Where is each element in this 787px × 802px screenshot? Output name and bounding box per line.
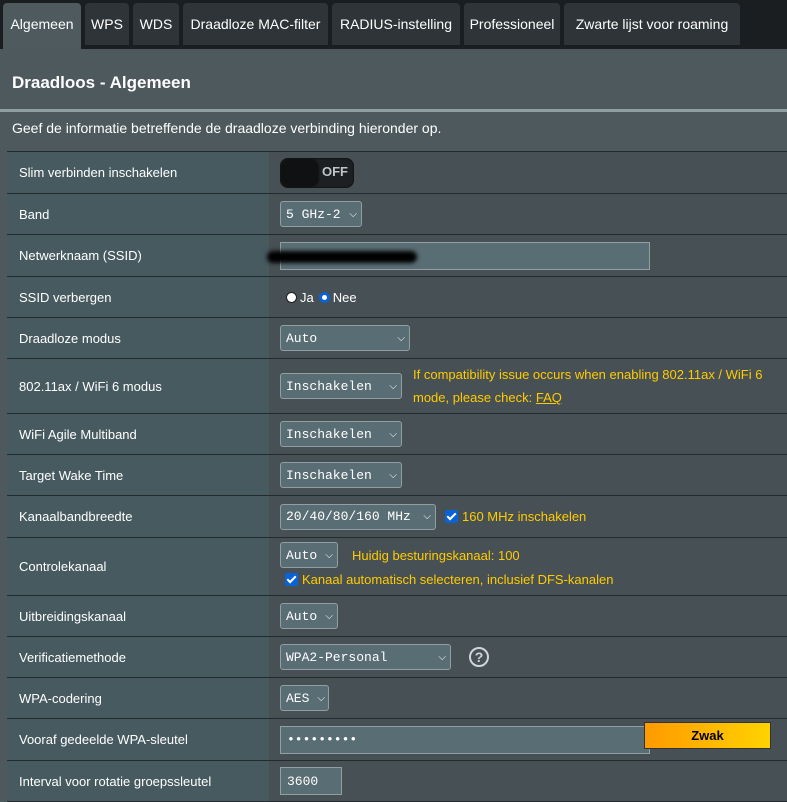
control-channel-label: Controlekanaal bbox=[7, 538, 269, 595]
auth-method-select[interactable]: WPA2-Personal ⌵ bbox=[280, 644, 451, 670]
wireless-mode-select[interactable]: Auto ⌵ bbox=[280, 325, 410, 351]
row-band: Band 5 GHz-2 ⌵ bbox=[7, 193, 787, 234]
tab-radius[interactable]: RADIUS-instelling bbox=[332, 3, 460, 45]
twt-value: Inschakelen bbox=[286, 467, 372, 483]
hide-ssid-no-label: Nee bbox=[332, 289, 357, 305]
160mhz-checkbox[interactable] bbox=[445, 510, 458, 523]
160mhz-label: 160 MHz inschakelen bbox=[462, 509, 587, 524]
agile-select[interactable]: Inschakelen ⌵ bbox=[280, 421, 402, 447]
page-title: Draadloos - Algemeen bbox=[12, 73, 191, 92]
ax-select[interactable]: Inschakelen ⌵ bbox=[280, 373, 402, 399]
tab-professioneel[interactable]: Professioneel bbox=[464, 3, 560, 45]
band-value: 5 GHz-2 bbox=[286, 206, 341, 222]
wireless-mode-label: Draadloze modus bbox=[7, 318, 269, 358]
tab-bar: Algemeen WPS WDS Draadloze MAC-filter RA… bbox=[0, 0, 787, 49]
chevron-down-icon: ⌵ bbox=[317, 692, 325, 704]
faq-link[interactable]: FAQ bbox=[536, 390, 562, 405]
hide-ssid-yes-label: Ja bbox=[300, 289, 314, 305]
chevron-down-icon: ⌵ bbox=[389, 428, 397, 440]
row-auth-method: Verificatiemethode WPA2-Personal ⌵ ? bbox=[7, 636, 787, 677]
row-wireless-mode: Draadloze modus Auto ⌵ bbox=[7, 317, 787, 358]
ax-note-text: If compatibility issue occurs when enabl… bbox=[413, 367, 763, 405]
extension-channel-select[interactable]: Auto ⌵ bbox=[280, 603, 338, 629]
chevron-down-icon: ⌵ bbox=[423, 511, 431, 522]
help-icon[interactable]: ? bbox=[469, 647, 489, 667]
tab-mac-filter[interactable]: Draadloze MAC-filter bbox=[183, 3, 328, 45]
chevron-down-icon: ⌵ bbox=[397, 332, 405, 344]
chevron-down-icon: ⌵ bbox=[438, 651, 446, 663]
row-agile-multiband: WiFi Agile Multiband Inschakelen ⌵ bbox=[7, 413, 787, 454]
agile-value: Inschakelen bbox=[286, 426, 372, 442]
wireless-mode-value: Auto bbox=[286, 330, 318, 346]
rekey-interval-label: Interval voor rotatie groepssleutel bbox=[7, 761, 269, 801]
bandwidth-select[interactable]: 20/40/80/160 MHz ⌵ bbox=[280, 503, 436, 530]
settings-table: Slim verbinden inschakelen OFF Band 5 GH… bbox=[7, 151, 787, 802]
row-80211ax: 802.11ax / WiFi 6 modus Inschakelen ⌵ If… bbox=[7, 358, 787, 413]
ax-value: Inschakelen bbox=[286, 378, 372, 394]
chevron-down-icon: ⌵ bbox=[325, 549, 333, 561]
control-channel-value: Auto bbox=[286, 547, 318, 563]
row-extension-channel: Uitbreidingskanaal Auto ⌵ bbox=[7, 595, 787, 636]
tab-wds[interactable]: WDS bbox=[133, 3, 179, 45]
row-control-channel: Controlekanaal Auto ⌵ Huidig besturingsk… bbox=[7, 537, 787, 595]
dfs-checkbox[interactable] bbox=[285, 573, 298, 586]
row-hide-ssid: SSID verbergen Ja Nee bbox=[7, 276, 787, 317]
row-bandwidth: Kanaalbandbreedte 20/40/80/160 MHz ⌵ 160… bbox=[7, 495, 787, 537]
hide-ssid-label: SSID verbergen bbox=[7, 277, 269, 317]
rekey-interval-input[interactable]: 3600 bbox=[280, 767, 342, 795]
row-wpa-encryption: WPA-codering AES ⌵ bbox=[7, 677, 787, 718]
band-select[interactable]: 5 GHz-2 ⌵ bbox=[280, 201, 362, 227]
wpa-encryption-label: WPA-codering bbox=[7, 678, 269, 718]
band-label: Band bbox=[7, 194, 269, 234]
agile-label: WiFi Agile Multiband bbox=[7, 414, 269, 454]
tab-wps[interactable]: WPS bbox=[85, 3, 129, 45]
psk-value: ••••••••• bbox=[287, 732, 358, 747]
row-target-wake-time: Target Wake Time Inschakelen ⌵ bbox=[7, 454, 787, 495]
twt-label: Target Wake Time bbox=[7, 455, 269, 495]
main-panel: Draadloos - Algemeen Geef de informatie … bbox=[0, 49, 787, 802]
row-rekey-interval: Interval voor rotatie groepssleutel 3600 bbox=[7, 760, 787, 802]
auth-method-value: WPA2-Personal bbox=[286, 649, 388, 665]
row-psk: Vooraf gedeelde WPA-sleutel ••••••••• Zw… bbox=[7, 718, 787, 760]
password-strength-indicator: Zwak bbox=[644, 722, 771, 749]
ax-label: 802.11ax / WiFi 6 modus bbox=[7, 359, 269, 413]
extension-channel-label: Uitbreidingskanaal bbox=[7, 596, 269, 636]
psk-input[interactable]: ••••••••• bbox=[280, 725, 650, 754]
wpa-encryption-value: AES bbox=[286, 690, 310, 706]
smart-connect-toggle[interactable]: OFF bbox=[280, 157, 354, 188]
chevron-down-icon: ⌵ bbox=[325, 610, 333, 622]
chevron-down-icon: ⌵ bbox=[389, 469, 397, 481]
hide-ssid-yes-radio[interactable] bbox=[286, 291, 297, 303]
tab-algemeen[interactable]: Algemeen bbox=[3, 3, 81, 49]
title-divider bbox=[0, 109, 787, 112]
chevron-down-icon: ⌵ bbox=[389, 380, 397, 392]
wpa-encryption-select[interactable]: AES ⌵ bbox=[280, 685, 329, 711]
smart-connect-label: Slim verbinden inschakelen bbox=[7, 152, 269, 193]
bandwidth-value: 20/40/80/160 MHz bbox=[286, 509, 411, 524]
twt-select[interactable]: Inschakelen ⌵ bbox=[280, 462, 402, 488]
control-channel-select[interactable]: Auto ⌵ bbox=[280, 542, 338, 568]
toggle-state: OFF bbox=[322, 163, 348, 179]
rekey-interval-value: 3600 bbox=[287, 773, 319, 789]
bandwidth-label: Kanaalbandbreedte bbox=[7, 496, 269, 537]
chevron-down-icon: ⌵ bbox=[349, 208, 357, 220]
extension-channel-value: Auto bbox=[286, 608, 318, 624]
row-smart-connect: Slim verbinden inschakelen OFF bbox=[7, 151, 787, 193]
toggle-knob bbox=[282, 159, 318, 186]
tab-roaming-blacklist[interactable]: Zwarte lijst voor roaming bbox=[564, 3, 740, 45]
hide-ssid-no-radio[interactable] bbox=[318, 291, 330, 303]
ax-compat-note: If compatibility issue occurs when enabl… bbox=[413, 363, 763, 409]
ssid-label: Netwerknaam (SSID) bbox=[7, 235, 269, 276]
psk-label: Vooraf gedeelde WPA-sleutel bbox=[7, 719, 269, 760]
current-channel-text: Huidig besturingskanaal: 100 bbox=[352, 547, 520, 563]
dfs-label: Kanaal automatisch selecteren, inclusief… bbox=[302, 572, 614, 587]
auth-method-label: Verificatiemethode bbox=[7, 637, 269, 677]
page-description: Geef de informatie betreffende de draadl… bbox=[12, 120, 442, 136]
redaction-mark bbox=[267, 250, 417, 263]
ssid-input[interactable] bbox=[267, 241, 650, 270]
row-ssid: Netwerknaam (SSID) bbox=[7, 234, 787, 276]
